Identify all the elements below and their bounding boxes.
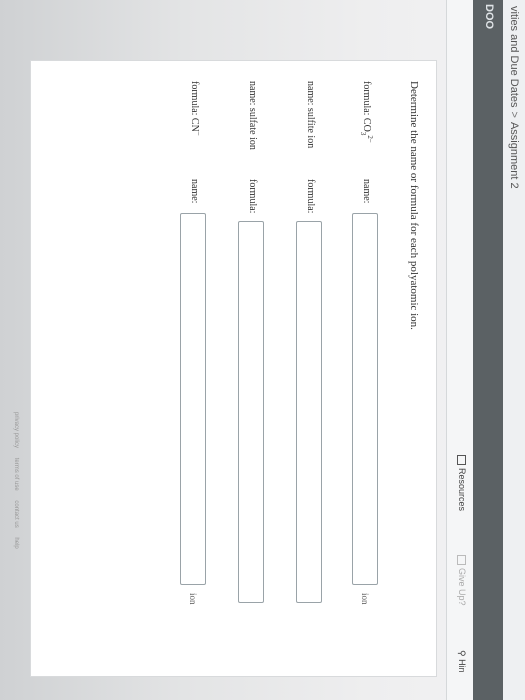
given-formula-carbonate: formula: CO32− [359, 81, 374, 143]
breadcrumb: vities and Due Dates > Assignment 2 [508, 6, 520, 189]
answer-suffix-4: ion [188, 593, 198, 605]
answer-label-formula-3: formula: [247, 179, 258, 214]
answer-field-name-4[interactable] [180, 213, 206, 585]
hint-label: Hin [457, 659, 467, 673]
answer-field-formula-3[interactable] [238, 221, 264, 603]
give-up-icon [457, 555, 467, 565]
superscript: 2− [366, 135, 374, 143]
breadcrumb-current: Assignment 2 [508, 121, 520, 189]
footer-link-privacy[interactable]: privacy policy [13, 412, 19, 448]
give-up-button[interactable]: Give Up? [457, 555, 467, 606]
breadcrumb-bar: vities and Due Dates > Assignment 2 [503, 0, 525, 700]
answer-field-formula-2[interactable] [296, 221, 322, 603]
breadcrumb-separator: > [508, 111, 520, 118]
app-logo[interactable]: DOO [483, 4, 495, 29]
hint-button[interactable]: ⚲ Hin [456, 650, 467, 673]
question-toolbar: Resources Give Up? ⚲ Hin [446, 0, 473, 700]
answer-suffix-1: ion [360, 593, 370, 605]
screen: vities and Due Dates > Assignment 2 DOO Re… [0, 0, 525, 700]
resources-label: Resources [457, 468, 467, 512]
hint-icon: ⚲ [457, 650, 467, 657]
answer-label-name-1: name: [361, 179, 372, 204]
given-formula-cyanide: formula: CN− [189, 81, 202, 136]
give-up-label: Give Up? [457, 568, 467, 606]
footer-links: privacy policy terms of use contact us h… [13, 412, 19, 557]
breadcrumb-parent[interactable]: vities and Due Dates [508, 6, 520, 108]
resources-button[interactable]: Resources [457, 455, 467, 511]
footer-link-terms[interactable]: terms of use [13, 458, 19, 491]
given-name-sulfite: name: sulfite ion [305, 81, 316, 149]
given-name-sulfate: name: sulfate ion [247, 81, 258, 150]
question-prompt: Determine the name or formula for each p… [408, 81, 420, 330]
answer-label-formula-2: formula: [305, 179, 316, 214]
question-card: Determine the name or formula for each p… [30, 60, 437, 677]
answer-field-name-1[interactable] [352, 213, 378, 585]
resources-icon [457, 455, 467, 465]
nav-bar: DOO [473, 0, 503, 700]
footer-link-help[interactable]: help [13, 537, 19, 548]
answer-label-name-4: name: [189, 179, 200, 204]
superscript: − [194, 131, 202, 136]
footer-link-contact[interactable]: contact us [13, 500, 19, 527]
